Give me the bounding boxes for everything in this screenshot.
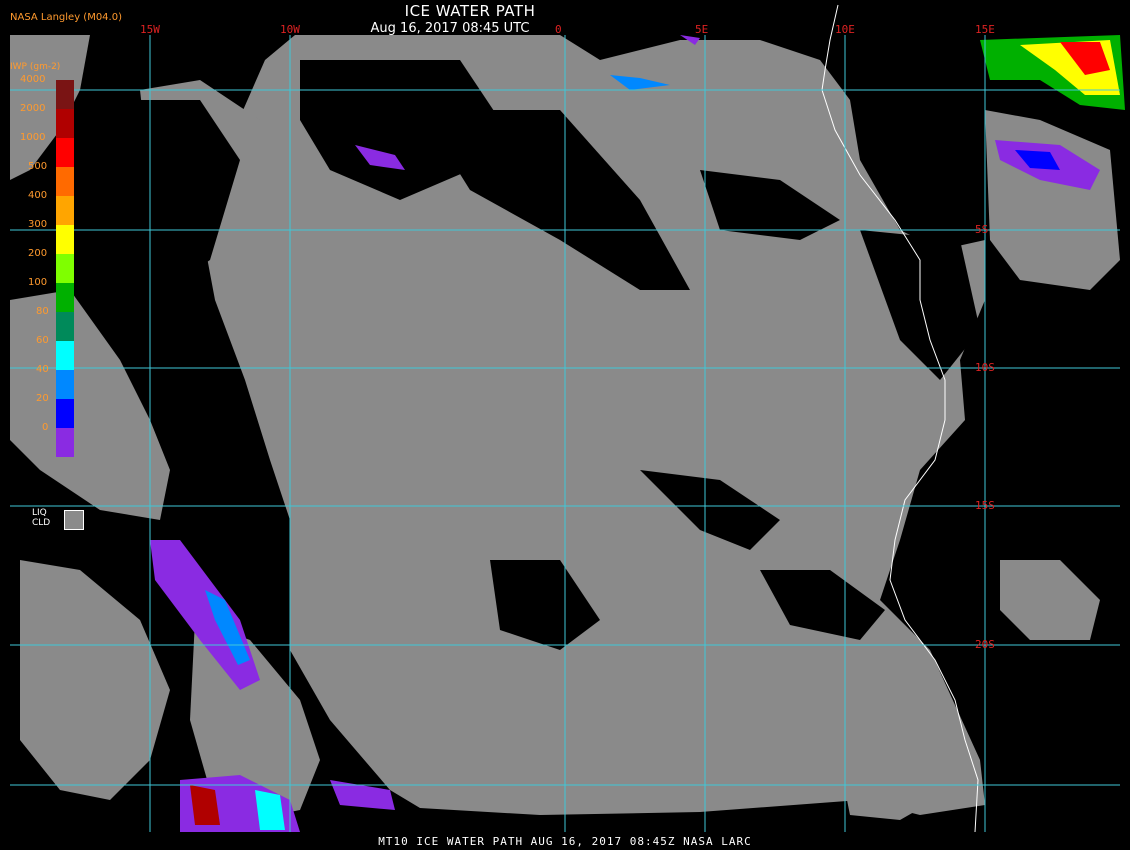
legend-label: 40 [36, 364, 49, 375]
legend-swatch [56, 341, 74, 370]
legend-label: 200 [28, 248, 48, 259]
latitude-label: 10S [975, 361, 995, 374]
legend-label: 0 [42, 422, 49, 433]
legend-label: 80 [36, 306, 49, 317]
legend-swatch [56, 312, 74, 341]
map-datetime: Aug 16, 2017 08:45 UTC [370, 21, 530, 36]
longitude-label: 15W [140, 23, 160, 36]
legend-label: 1000 [20, 132, 46, 143]
legend-swatch [56, 109, 74, 138]
legend-label: 500 [28, 161, 48, 172]
legend-label: 60 [36, 335, 49, 346]
longitude-label: 5E [695, 23, 709, 36]
legend-swatch [56, 80, 74, 109]
latitude-label: 20S [975, 638, 995, 651]
ice-water-path-map [0, 0, 1130, 850]
legend-liquid-label: LIQ CLD [32, 508, 51, 528]
legend-label: 2000 [20, 103, 46, 114]
longitude-label: 10W [280, 23, 300, 36]
legend-swatch [56, 196, 74, 225]
legend-label: 100 [28, 277, 48, 288]
map-title: ICE WATER PATH [404, 2, 536, 20]
legend-label: 300 [28, 219, 48, 230]
legend-swatch [56, 399, 74, 428]
legend-label: 20 [36, 393, 49, 404]
longitude-label: 0 [555, 23, 562, 36]
longitude-label: 10E [835, 23, 855, 36]
legend-swatch [56, 167, 74, 196]
legend-swatch [56, 370, 74, 399]
latitude-label: 15S [975, 499, 995, 512]
footer-caption: MT10 ICE WATER PATH AUG 16, 2017 08:45Z … [378, 835, 752, 848]
legend-swatch [56, 283, 74, 312]
legend-swatch [56, 254, 74, 283]
legend-liquid-swatch [64, 510, 84, 530]
legend-label: 400 [28, 190, 48, 201]
legend-swatch [56, 225, 74, 254]
legend-unit: IWP (gm-2) [10, 62, 61, 72]
longitude-label: 15E [975, 23, 995, 36]
latitude-label: 5S [975, 223, 989, 236]
legend-swatch [56, 428, 74, 457]
legend-label: 4000 [20, 74, 46, 85]
legend-swatch [56, 138, 74, 167]
